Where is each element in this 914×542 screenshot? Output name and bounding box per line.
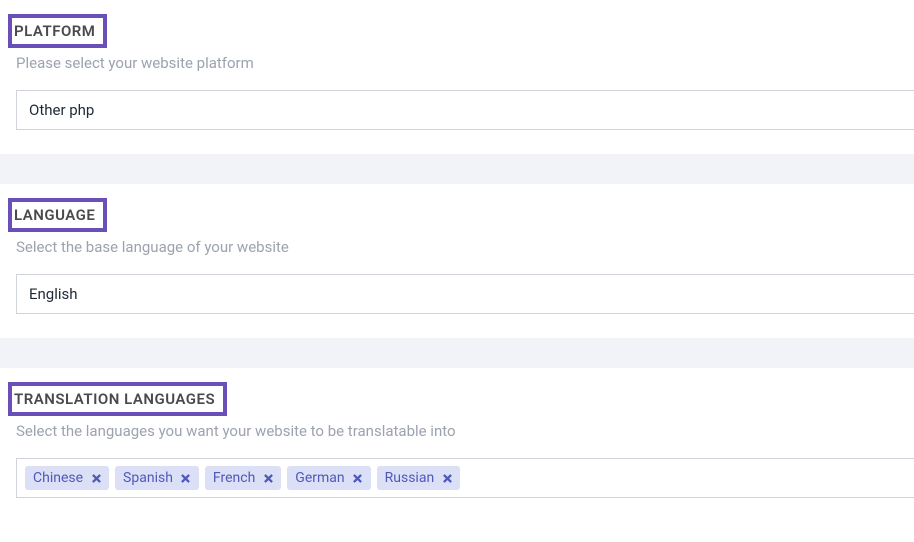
close-icon[interactable]	[263, 473, 273, 483]
language-select[interactable]: English	[16, 274, 914, 314]
section-divider	[0, 338, 914, 368]
platform-select-value: Other php	[29, 101, 94, 119]
language-title: LANGUAGE	[8, 198, 107, 232]
close-icon[interactable]	[91, 473, 101, 483]
platform-section: PLATFORM Please select your website plat…	[0, 0, 914, 154]
language-tag: Spanish	[115, 466, 199, 490]
translation-title: TRANSLATION LANGUAGES	[8, 382, 227, 416]
section-divider	[0, 154, 914, 184]
close-icon[interactable]	[353, 473, 363, 483]
language-subtitle: Select the base language of your website	[16, 238, 914, 256]
language-tag-label: Chinese	[33, 470, 83, 486]
language-section: LANGUAGE Select the base language of you…	[0, 184, 914, 338]
language-tag: French	[205, 466, 281, 490]
language-tag: Chinese	[25, 466, 109, 490]
platform-select[interactable]: Other php	[16, 90, 914, 130]
translation-tag-input[interactable]: Chinese Spanish French German Russian	[16, 458, 914, 498]
translation-section: TRANSLATION LANGUAGES Select the languag…	[0, 368, 914, 522]
language-tag: Russian	[377, 466, 461, 490]
translation-subtitle: Select the languages you want your websi…	[16, 422, 914, 440]
language-select-value: English	[29, 285, 78, 303]
language-tag-label: German	[295, 470, 344, 486]
language-tag-label: French	[213, 470, 255, 486]
close-icon[interactable]	[442, 473, 452, 483]
platform-subtitle: Please select your website platform	[16, 54, 914, 72]
language-tag-label: Spanish	[123, 470, 173, 486]
language-tag-label: Russian	[385, 470, 435, 486]
language-tag: German	[287, 466, 370, 490]
platform-title: PLATFORM	[8, 14, 107, 48]
close-icon[interactable]	[181, 473, 191, 483]
